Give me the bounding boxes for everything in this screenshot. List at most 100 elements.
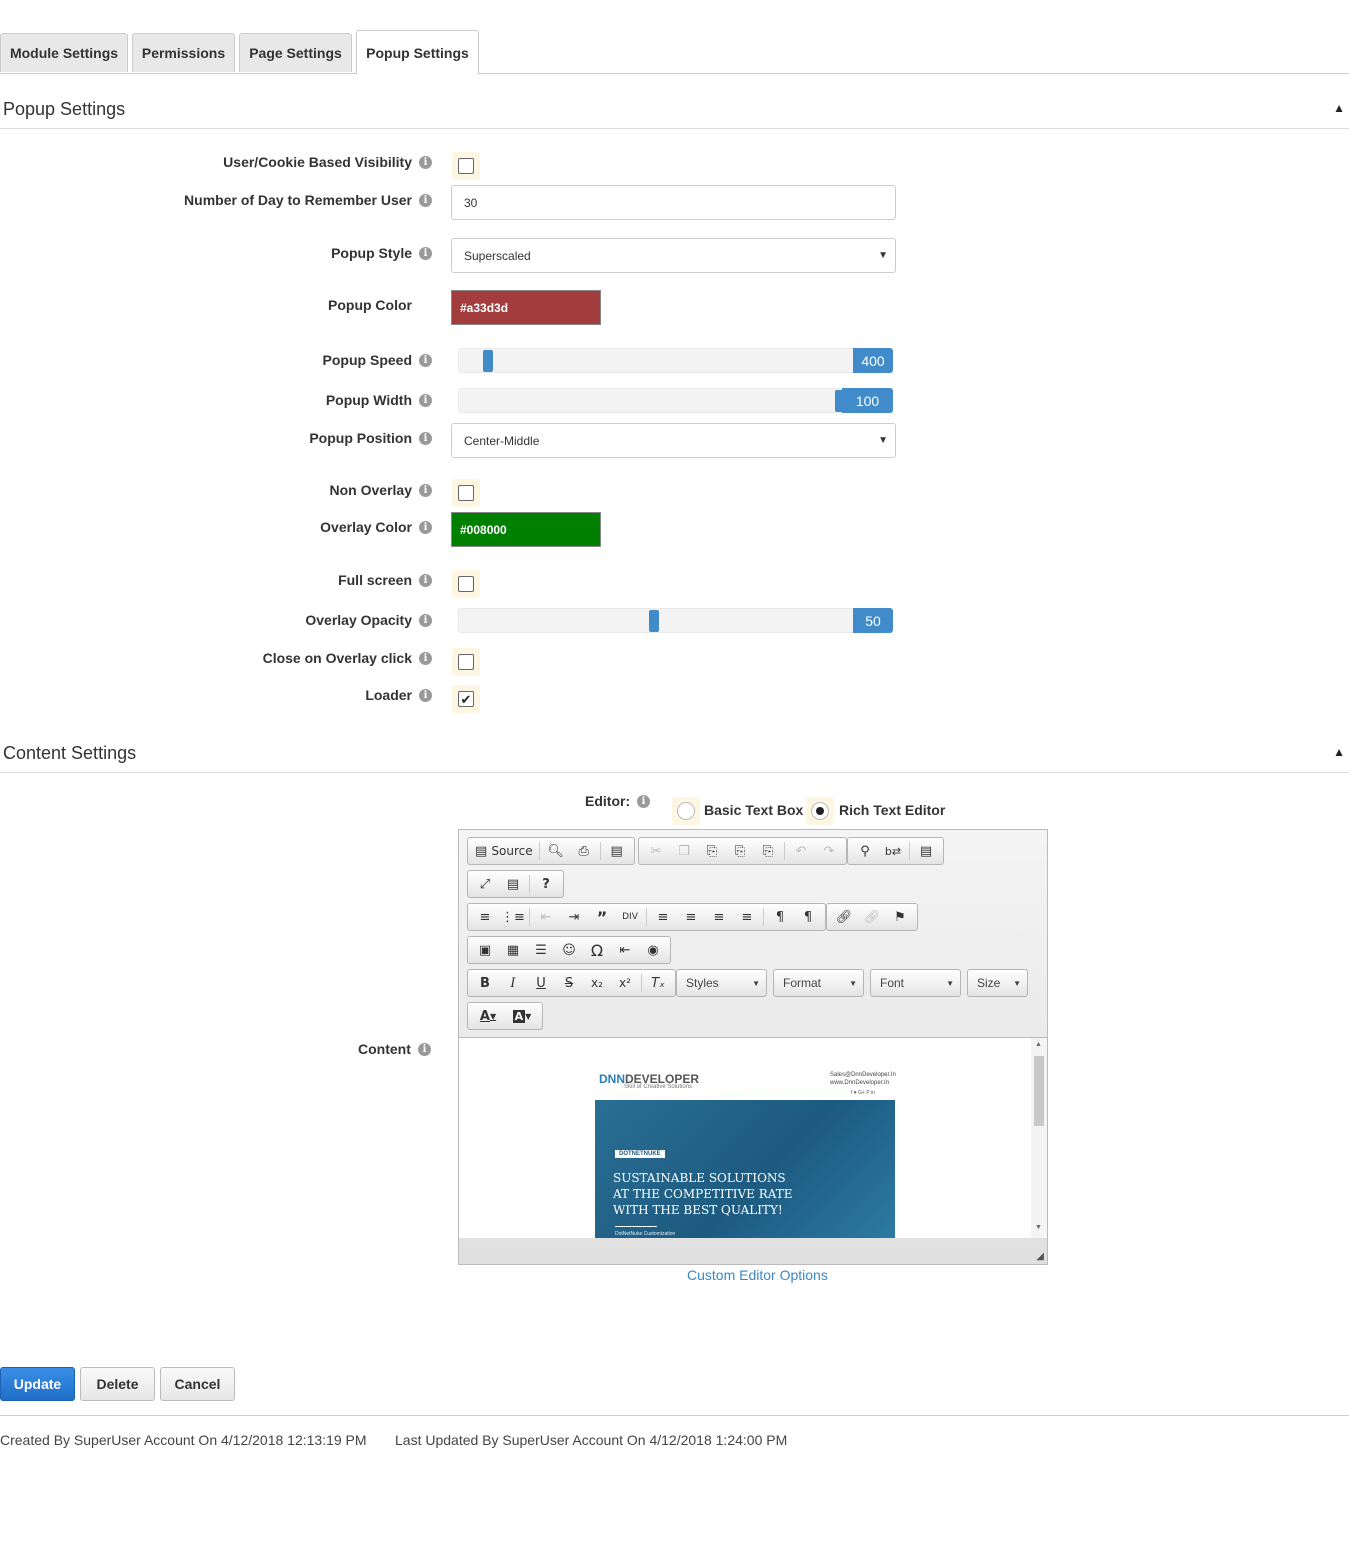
info-icon[interactable]: i — [419, 574, 432, 587]
background-color-icon[interactable]: A ▼ — [505, 1005, 539, 1027]
styles-dropdown[interactable]: Styles ▼ — [676, 969, 767, 997]
info-icon[interactable]: i — [419, 156, 432, 169]
special-char-icon[interactable]: Ω — [583, 939, 611, 961]
custom-editor-options-link[interactable]: Custom Editor Options — [687, 1267, 828, 1283]
tab-permissions[interactable]: Permissions — [132, 33, 235, 72]
full-screen-checkbox[interactable] — [452, 570, 480, 598]
anchor-flag-icon[interactable]: ⚑ — [886, 906, 914, 928]
rtl-icon[interactable]: ¶ — [794, 906, 822, 928]
bulleted-list-icon[interactable]: ⋮≡ — [499, 906, 527, 928]
numbered-list-icon[interactable]: ≡ — [471, 906, 499, 928]
overlay-color-picker[interactable]: #008000 — [451, 512, 601, 547]
info-icon[interactable]: i — [419, 394, 432, 407]
overlay-opacity-handle[interactable] — [649, 610, 659, 632]
popup-color-picker[interactable]: #a33d3d — [451, 290, 601, 325]
basic-text-box-radio[interactable] — [677, 802, 695, 820]
image-icon[interactable]: ▣ — [471, 939, 499, 961]
tab-page-settings[interactable]: Page Settings — [239, 33, 352, 72]
popup-position-select[interactable]: Center-Middle ▼ — [451, 423, 896, 458]
link-icon[interactable]: 🔗︎ — [830, 906, 858, 928]
redo-icon[interactable]: ↷ — [815, 840, 843, 862]
editor-scrollbar[interactable]: ▲ ▼ — [1031, 1038, 1047, 1238]
rich-text-editor-radio[interactable] — [811, 802, 829, 820]
italic-icon[interactable]: I — [499, 972, 527, 994]
popup-speed-handle[interactable] — [483, 350, 493, 372]
paste-text-icon[interactable]: ⎘ — [726, 840, 754, 862]
scroll-thumb[interactable] — [1034, 1056, 1044, 1126]
popup-style-select[interactable]: Superscaled ▼ — [451, 238, 896, 273]
unlink-icon[interactable]: 🔗︎ — [858, 906, 886, 928]
indent-icon[interactable]: ⇥ — [560, 906, 588, 928]
superscript-icon[interactable]: x² — [611, 972, 639, 994]
size-dropdown[interactable]: Size ▼ — [967, 969, 1028, 997]
smiley-icon[interactable]: ☺ — [555, 939, 583, 961]
paste-icon[interactable]: ⎘ — [698, 840, 726, 862]
overlay-opacity-slider[interactable] — [458, 608, 855, 633]
div-container-icon[interactable]: DIV — [616, 906, 644, 928]
resize-grip-icon[interactable]: ◢ — [1036, 1251, 1044, 1262]
templates-icon[interactable]: ▤ — [603, 840, 631, 862]
info-icon[interactable]: i — [419, 194, 432, 207]
scroll-up-icon[interactable]: ▲ — [1035, 1041, 1042, 1048]
justify-icon[interactable]: ≡ — [733, 906, 761, 928]
info-icon[interactable]: i — [419, 354, 432, 367]
info-icon[interactable]: i — [419, 432, 432, 445]
remove-format-icon[interactable]: Tₓ — [644, 972, 672, 994]
align-left-icon[interactable]: ≡ — [649, 906, 677, 928]
horizontal-line-icon[interactable]: ☰ — [527, 939, 555, 961]
info-icon[interactable]: i — [419, 689, 432, 702]
ltr-icon[interactable]: ¶ — [766, 906, 794, 928]
cut-icon[interactable]: ✂ — [642, 840, 670, 862]
update-button[interactable]: Update — [0, 1367, 75, 1401]
subscript-icon[interactable]: x₂ — [583, 972, 611, 994]
blockquote-icon[interactable]: ” — [588, 906, 616, 928]
tab-popup-settings[interactable]: Popup Settings — [356, 30, 479, 74]
copy-icon[interactable]: ❐ — [670, 840, 698, 862]
strikethrough-icon[interactable]: S — [555, 972, 583, 994]
collapse-popup-settings-icon[interactable]: ▲ — [1333, 101, 1345, 115]
remember-days-input[interactable]: 30 — [451, 185, 896, 220]
text-color-icon[interactable]: A ▼ — [471, 1005, 505, 1027]
iframe-globe-icon[interactable]: ◉ — [639, 939, 667, 961]
visibility-checkbox[interactable] — [452, 152, 480, 180]
page-break-icon[interactable]: ⇤ — [611, 939, 639, 961]
info-icon[interactable]: i — [419, 247, 432, 260]
loader-checkbox[interactable]: ✔ — [452, 685, 480, 713]
info-icon[interactable]: i — [637, 795, 650, 808]
undo-icon[interactable]: ↶ — [787, 840, 815, 862]
preview-icon[interactable]: 🔍︎ — [542, 840, 570, 862]
popup-speed-slider[interactable] — [458, 348, 855, 373]
show-blocks-icon[interactable]: ▤ — [499, 873, 527, 895]
align-right-icon[interactable]: ≡ — [705, 906, 733, 928]
close-on-overlay-checkbox[interactable] — [452, 648, 480, 676]
popup-width-slider[interactable] — [458, 388, 845, 413]
info-icon[interactable]: i — [419, 484, 432, 497]
info-icon[interactable]: i — [418, 1043, 431, 1056]
select-all-icon[interactable]: ▤ — [912, 840, 940, 862]
maximize-icon[interactable]: ⤢ — [471, 873, 499, 895]
collapse-content-settings-icon[interactable]: ▲ — [1333, 745, 1345, 759]
delete-button[interactable]: Delete — [80, 1367, 155, 1401]
format-dropdown[interactable]: Format ▼ — [773, 969, 864, 997]
find-icon[interactable]: ⚲ — [851, 840, 879, 862]
font-dropdown[interactable]: Font ▼ — [870, 969, 961, 997]
rich-text-editor[interactable]: ▤ Source 🔍︎ ⎙ ▤ ✂ ❐ ⎘ ⎘ ⎘ ↶ ↷ ⚲ b⇄ ▤ ⤢ ▤… — [458, 829, 1048, 1265]
editor-content-area[interactable]: DNNDEVELOPER Skill of Creative Solutions… — [459, 1037, 1047, 1238]
replace-icon[interactable]: b⇄ — [879, 840, 907, 862]
cancel-button[interactable]: Cancel — [160, 1367, 235, 1401]
source-icon[interactable]: ▤ Source — [471, 840, 537, 862]
align-center-icon[interactable]: ≡ — [677, 906, 705, 928]
info-icon[interactable]: i — [419, 652, 432, 665]
rich-text-editor-label[interactable]: Rich Text Editor — [839, 802, 945, 818]
scroll-down-icon[interactable]: ▼ — [1035, 1224, 1042, 1231]
help-icon[interactable]: ? — [532, 873, 560, 895]
outdent-icon[interactable]: ⇤ — [532, 906, 560, 928]
bold-icon[interactable]: B — [471, 972, 499, 994]
underline-icon[interactable]: U — [527, 972, 555, 994]
table-icon[interactable]: ▦ — [499, 939, 527, 961]
info-icon[interactable]: i — [419, 521, 432, 534]
info-icon[interactable]: i — [419, 614, 432, 627]
print-icon[interactable]: ⎙ — [570, 840, 598, 862]
tab-module-settings[interactable]: Module Settings — [0, 33, 128, 72]
non-overlay-checkbox[interactable] — [452, 479, 480, 507]
